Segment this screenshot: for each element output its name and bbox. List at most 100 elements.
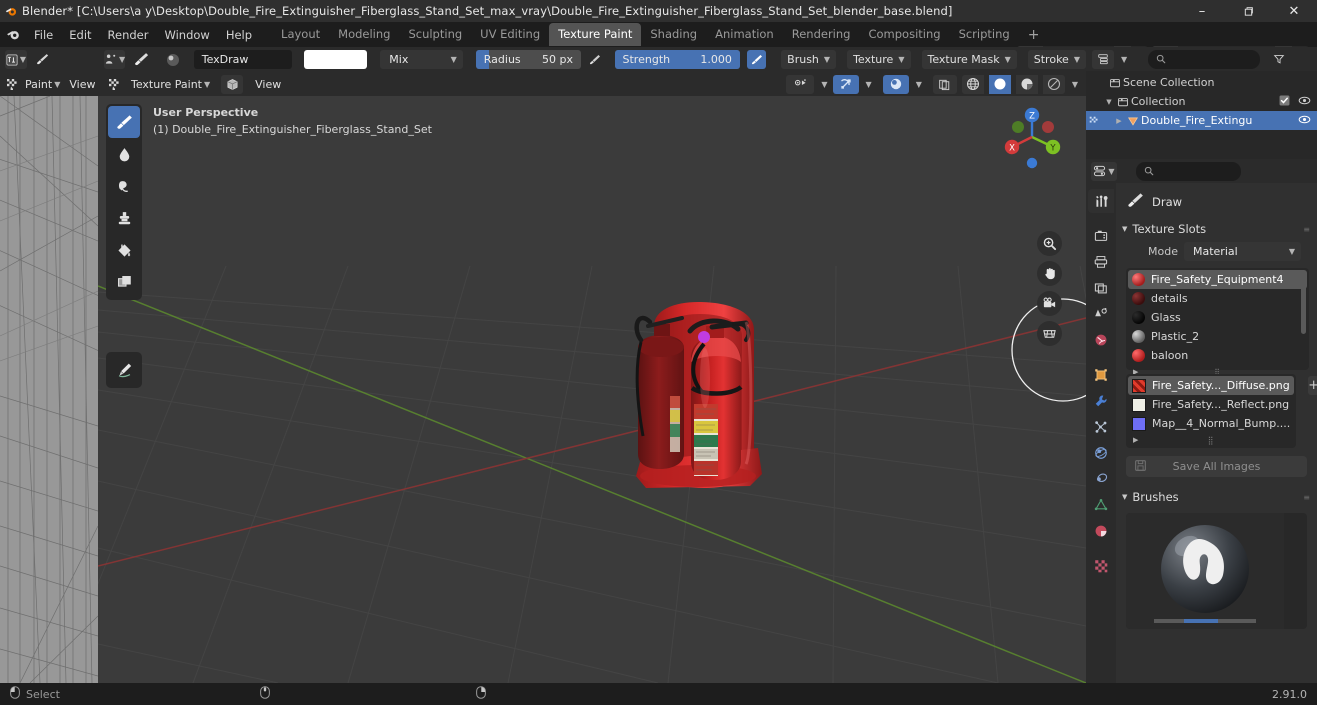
- outliner-row-collection[interactable]: ▼ Collection: [1086, 92, 1317, 111]
- chevron-down-icon[interactable]: ▼: [1121, 55, 1127, 64]
- brushes-panel-header[interactable]: ▼ Brushes ≡: [1116, 487, 1317, 507]
- properties-tab-tool[interactable]: [1088, 189, 1114, 213]
- properties-tab-modifier[interactable]: [1088, 389, 1114, 413]
- viewport-view-menu[interactable]: View: [248, 75, 288, 94]
- menu-window[interactable]: Window: [156, 25, 217, 45]
- properties-tab-render[interactable]: [1088, 224, 1114, 248]
- workspace-tab-layout[interactable]: Layout: [272, 23, 329, 46]
- camera-icon[interactable]: [1037, 291, 1062, 316]
- uv-image-canvas[interactable]: [0, 96, 98, 683]
- material-list-scrollbar[interactable]: [1301, 272, 1306, 334]
- brush-radius-field[interactable]: Radius 50 px: [475, 50, 581, 69]
- collection-enable-checkbox[interactable]: [1279, 95, 1290, 109]
- texture-image-list-footer[interactable]: ▶ ⣿: [1128, 433, 1294, 447]
- add-workspace-button[interactable]: +: [1019, 25, 1049, 45]
- zoom-icon[interactable]: [1037, 231, 1062, 256]
- expand-list-icon[interactable]: ▶: [1133, 436, 1138, 444]
- brush-preview-panel[interactable]: [1126, 513, 1307, 629]
- ortho-grid-icon[interactable]: [1037, 321, 1062, 346]
- texture-image-list-item[interactable]: Fire_Safety..._Reflect.png: [1128, 395, 1294, 414]
- maximize-button[interactable]: [1225, 0, 1271, 22]
- material-slots-list[interactable]: Fire_Safety_Equipment4 details Glass Pla…: [1126, 268, 1309, 377]
- texture-slots-panel-header[interactable]: ▼ Texture Slots ≡: [1116, 219, 1317, 239]
- outliner-row-scene-collection[interactable]: Scene Collection: [1086, 73, 1317, 92]
- object-icon[interactable]: [221, 74, 244, 94]
- chevron-down-icon[interactable]: ▼: [821, 80, 827, 89]
- material-list-item[interactable]: details: [1128, 289, 1307, 308]
- properties-tab-physics[interactable]: [1088, 441, 1114, 465]
- properties-tab-material[interactable]: [1088, 519, 1114, 543]
- paint-tool-settings-icon[interactable]: ▼: [104, 50, 126, 69]
- chevron-down-icon[interactable]: ▼: [1072, 80, 1078, 89]
- navigation-gizmo[interactable]: Z Y X: [996, 101, 1068, 173]
- resize-grip-icon[interactable]: ⣿: [1208, 436, 1215, 445]
- xray-icon[interactable]: [932, 74, 957, 94]
- outliner-row-double-fire-extinguisher[interactable]: ▶ Double_Fire_Extingu: [1086, 111, 1317, 130]
- material-list-item[interactable]: Plastic_2: [1128, 327, 1307, 346]
- texture-image-list-item[interactable]: Map__4_Normal_Bump....: [1128, 414, 1294, 433]
- texture-slot-mode-dropdown[interactable]: Material ▼: [1184, 242, 1301, 261]
- blend-mode-dropdown[interactable]: Mix ▼: [380, 50, 463, 69]
- properties-tab-output[interactable]: [1088, 250, 1114, 274]
- menu-help[interactable]: Help: [218, 25, 260, 45]
- properties-editor-type-icon[interactable]: ▼: [1091, 161, 1117, 181]
- save-all-images-button[interactable]: Save All Images: [1126, 456, 1307, 477]
- blender-logo-icon[interactable]: [0, 27, 26, 42]
- texture-mask-menu[interactable]: Texture Mask ▼: [921, 50, 1017, 69]
- properties-tab-world[interactable]: [1088, 328, 1114, 352]
- visibility-icon[interactable]: [786, 74, 815, 94]
- texture-images-list[interactable]: Fire_Safety..._Diffuse.png Fire_Safety..…: [1126, 374, 1297, 448]
- menu-render[interactable]: Render: [100, 25, 157, 45]
- snap-magnet-icon[interactable]: [832, 74, 859, 94]
- close-button[interactable]: ✕: [1271, 0, 1317, 22]
- tool-draw[interactable]: [108, 106, 140, 138]
- stroke-menu[interactable]: Stroke ▼: [1027, 50, 1086, 69]
- rendered-shading-button[interactable]: [1042, 74, 1065, 94]
- tool-smear[interactable]: [108, 170, 140, 202]
- 3d-viewport-canvas[interactable]: User Perspective (1) Double_Fire_Extingu…: [98, 96, 1086, 683]
- filter-icon[interactable]: [1269, 50, 1289, 69]
- material-list-item[interactable]: Glass: [1128, 308, 1307, 327]
- properties-tab-scene[interactable]: [1088, 302, 1114, 326]
- properties-tab-object[interactable]: [1088, 363, 1114, 387]
- pan-hand-icon[interactable]: [1037, 261, 1062, 286]
- solid-shading-button[interactable]: [988, 74, 1011, 94]
- chevron-down-icon[interactable]: ▼: [866, 80, 872, 89]
- image-editor-view-menu[interactable]: View: [66, 75, 98, 94]
- outliner-editor-type-icon[interactable]: [1092, 49, 1114, 69]
- material-list-item[interactable]: Fire_Safety_Equipment4: [1128, 270, 1307, 289]
- properties-tab-constraint[interactable]: [1088, 467, 1114, 491]
- properties-tab-view-layer[interactable]: [1088, 276, 1114, 300]
- outliner-search-input[interactable]: [1148, 49, 1261, 69]
- workspace-tab-animation[interactable]: Animation: [706, 23, 783, 46]
- menu-file[interactable]: File: [26, 25, 61, 45]
- brush-sphere-icon[interactable]: [162, 50, 185, 69]
- strength-pressure-icon[interactable]: [746, 50, 767, 69]
- eye-visibility-icon[interactable]: [1298, 95, 1311, 109]
- image-editor-type-icon[interactable]: ▼: [5, 50, 27, 69]
- brush-name-field[interactable]: TexDraw: [193, 50, 293, 69]
- texture-menu[interactable]: Texture ▼: [847, 50, 911, 69]
- tool-soften[interactable]: [108, 138, 140, 170]
- tool-annotate[interactable]: [108, 354, 140, 386]
- properties-tab-object-data[interactable]: [1088, 493, 1114, 517]
- tool-fill[interactable]: [108, 234, 140, 266]
- properties-tab-particles[interactable]: [1088, 415, 1114, 439]
- disclosure-triangle[interactable]: ▼: [1104, 98, 1114, 106]
- radius-pressure-icon[interactable]: [586, 50, 604, 69]
- workspace-tab-compositing[interactable]: Compositing: [859, 23, 949, 46]
- workspace-tab-sculpting[interactable]: Sculpting: [399, 23, 471, 46]
- interaction-mode-selector[interactable]: Texture Paint ▼: [129, 75, 212, 94]
- properties-tab-texture[interactable]: [1088, 554, 1114, 578]
- brush-menu[interactable]: Brush ▼: [781, 50, 837, 69]
- minimize-button[interactable]: –: [1179, 0, 1225, 22]
- wireframe-shading-button[interactable]: [961, 74, 984, 94]
- workspace-tab-shading[interactable]: Shading: [641, 23, 706, 46]
- material-list-item[interactable]: baloon: [1128, 346, 1307, 365]
- brush-color-swatch[interactable]: [304, 50, 368, 69]
- workspace-tab-uv-editing[interactable]: UV Editing: [471, 23, 549, 46]
- menu-edit[interactable]: Edit: [61, 25, 99, 45]
- workspace-tab-texture-paint[interactable]: Texture Paint: [549, 23, 642, 46]
- proportional-editing-icon[interactable]: [882, 74, 909, 94]
- tool-mask[interactable]: [108, 266, 140, 298]
